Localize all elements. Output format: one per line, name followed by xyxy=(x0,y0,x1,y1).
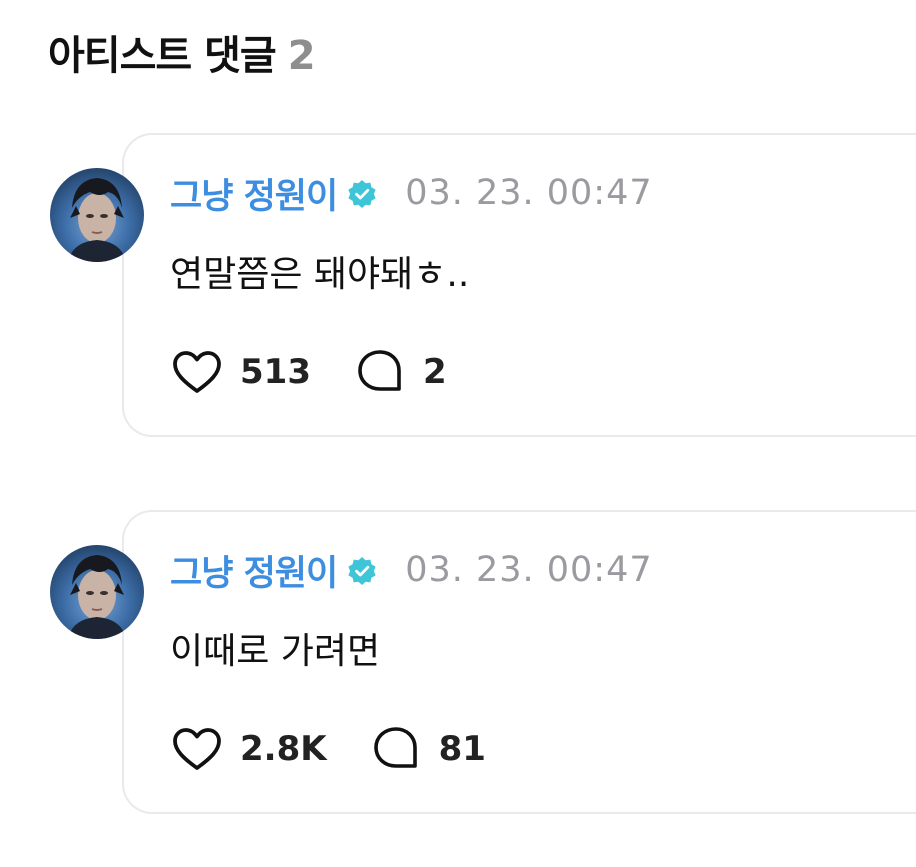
section-header: 아티스트 댓글 2 xyxy=(48,30,316,82)
reply-count: 81 xyxy=(438,729,486,769)
comment-text: 이때로 가려면 xyxy=(170,631,381,672)
verified-badge-icon xyxy=(348,180,376,208)
like-count: 513 xyxy=(240,352,311,392)
timestamp: 03. 23. 00:47 xyxy=(405,173,653,213)
avatar[interactable] xyxy=(50,168,144,262)
avatar-image xyxy=(68,178,126,262)
like-button[interactable]: 513 xyxy=(172,350,311,394)
comment-meta: 그냥 정원이 03. 23. 00:47 xyxy=(170,548,653,594)
reply-button[interactable]: 2 xyxy=(357,349,447,395)
heart-icon xyxy=(173,728,221,770)
author-name[interactable]: 그냥 정원이 xyxy=(170,168,338,219)
section-title: 아티스트 댓글 xyxy=(48,33,277,79)
reply-button[interactable]: 81 xyxy=(373,726,486,772)
comment-item: 그냥 정원이 03. 23. 00:47 이때로 가려면 2.8K 81 xyxy=(48,508,916,814)
speech-bubble-icon xyxy=(358,350,401,391)
heart-icon xyxy=(173,351,221,393)
like-count: 2.8K xyxy=(240,729,327,769)
verified-badge-icon xyxy=(348,557,376,585)
comment-count: 2 xyxy=(287,33,316,79)
timestamp: 03. 23. 00:47 xyxy=(405,550,653,590)
comment-meta: 그냥 정원이 03. 23. 00:47 xyxy=(170,171,653,217)
comment-item: 그냥 정원이 03. 23. 00:47 연말쯤은 돼야돼ㅎ.. 513 2 xyxy=(48,131,916,437)
artist-comments-page: 아티스트 댓글 2 그냥 정원이 03. 23. 00:47 연말쯤은 돼야돼ㅎ… xyxy=(0,0,916,867)
reply-count: 2 xyxy=(422,352,447,392)
avatar-image xyxy=(68,555,126,639)
like-button[interactable]: 2.8K xyxy=(172,727,327,771)
comment-actions: 2.8K 81 xyxy=(172,724,532,774)
comment-actions: 513 2 xyxy=(172,347,493,397)
avatar[interactable] xyxy=(50,545,144,639)
speech-bubble-icon xyxy=(373,727,417,768)
author-name[interactable]: 그냥 정원이 xyxy=(170,545,338,596)
comment-text: 연말쯤은 돼야돼ㅎ.. xyxy=(170,254,470,295)
